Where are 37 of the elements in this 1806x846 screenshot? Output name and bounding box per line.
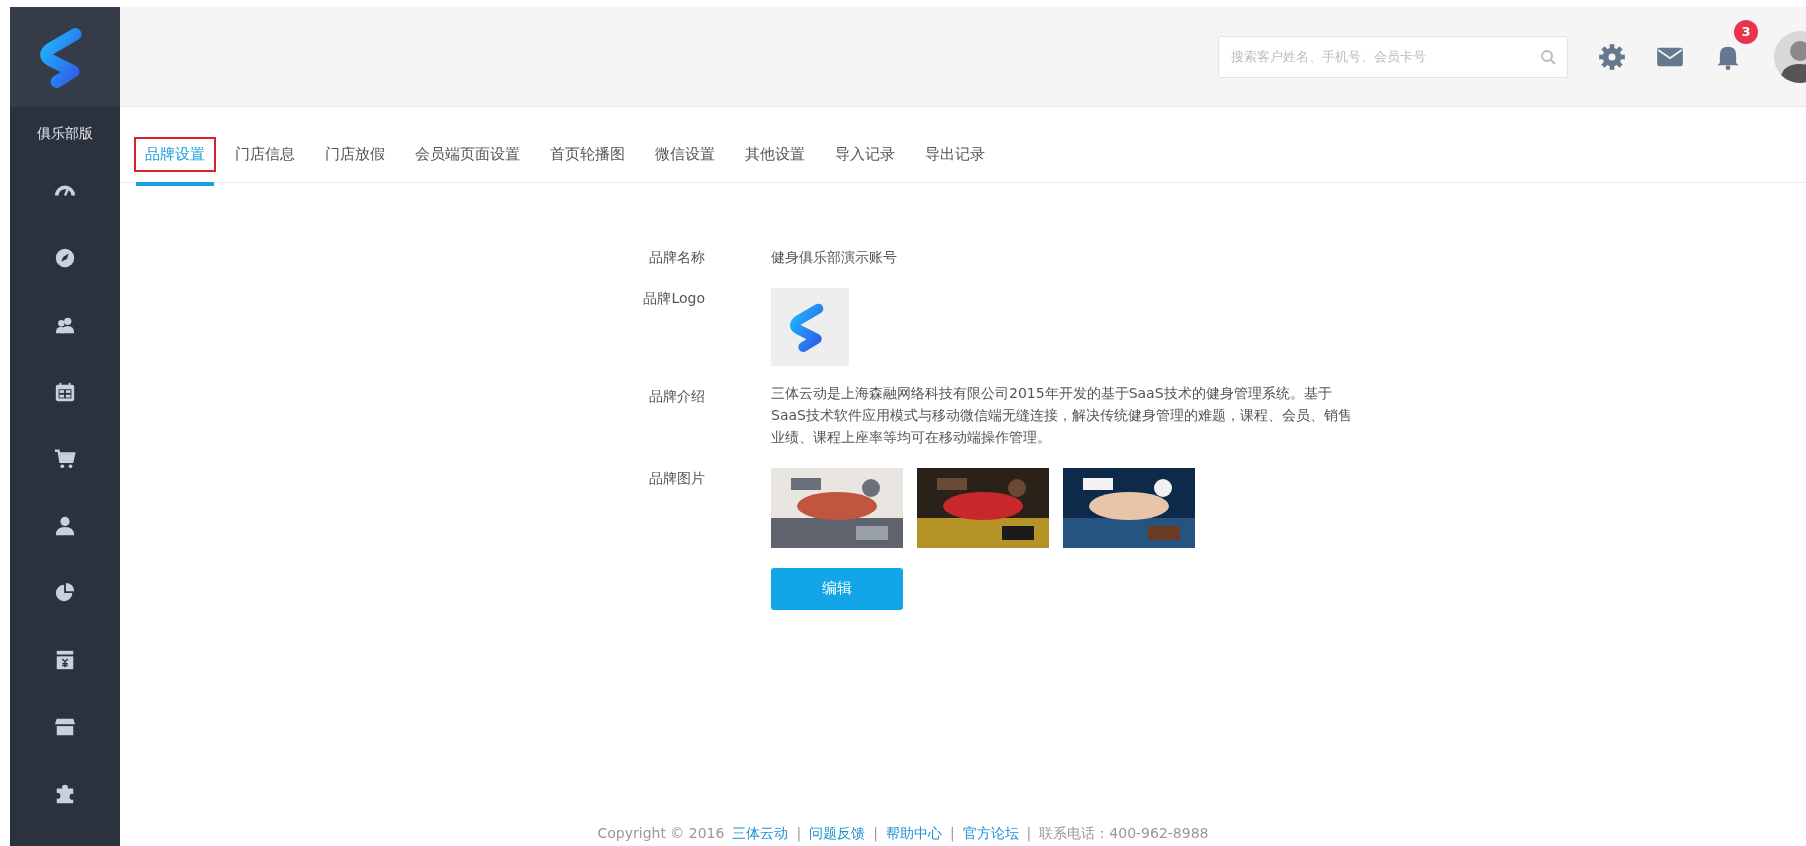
cart-icon[interactable]	[54, 448, 76, 470]
tab[interactable]: 门店放假	[314, 137, 396, 172]
tab[interactable]: 会员端页面设置	[404, 137, 531, 172]
separator: |	[949, 824, 955, 844]
footer-text: Copyright © 2016	[597, 824, 725, 843]
compass-icon[interactable]	[54, 247, 76, 269]
tab[interactable]: 门店信息	[224, 137, 306, 172]
field-label: 品牌图片	[648, 468, 705, 488]
cash-box-icon[interactable]	[54, 649, 76, 671]
footer-text: 联系电话：400-962-8988	[1039, 824, 1209, 843]
field-label: 品牌名称	[648, 247, 705, 267]
edition-label: 俱乐部版	[37, 124, 93, 143]
logo[interactable]	[10, 7, 120, 107]
field-label: 品牌介绍	[648, 386, 705, 406]
separator: |	[873, 824, 878, 844]
settings-icon[interactable]	[1598, 42, 1626, 71]
field-value: 健身俱乐部演示账号	[771, 247, 898, 267]
footer-link[interactable]: 三体云动	[732, 823, 789, 844]
search-field[interactable]: 搜索客户姓名、手机号、会员卡号	[1218, 35, 1568, 78]
tab[interactable]: 导入记录	[824, 137, 906, 172]
separator: |	[1026, 824, 1032, 844]
user-icon[interactable]	[54, 515, 76, 537]
footer-link[interactable]: 官方论坛	[962, 823, 1019, 844]
separator: |	[796, 824, 802, 844]
footer-link[interactable]: 帮助中心	[885, 823, 942, 844]
tab[interactable]: 其他设置	[734, 137, 816, 172]
tab[interactable]: 首页轮播图	[539, 137, 636, 172]
field-label: 品牌Logo	[642, 288, 705, 308]
notification-badge: 3	[1734, 19, 1758, 44]
store-icon[interactable]	[54, 716, 76, 738]
brand-description: 三体云动是上海森融网络科技有限公司2015年开发的基于SaaS技术的健身管理系统。基于SaaS技术软件应用模式与移动微信端无缝连接，解决传统健身管理的难题，课程、会员、销售业绩、课程上座率等均可在移动端操作管理。	[771, 383, 1353, 447]
tab[interactable]: 微信设置	[644, 137, 726, 172]
pie-chart-icon[interactable]	[54, 582, 76, 604]
calendar-icon[interactable]	[54, 381, 76, 403]
puzzle-icon[interactable]	[54, 783, 76, 805]
tab[interactable]: 导出记录	[914, 137, 996, 172]
footer-link[interactable]: 问题反馈	[809, 823, 866, 844]
